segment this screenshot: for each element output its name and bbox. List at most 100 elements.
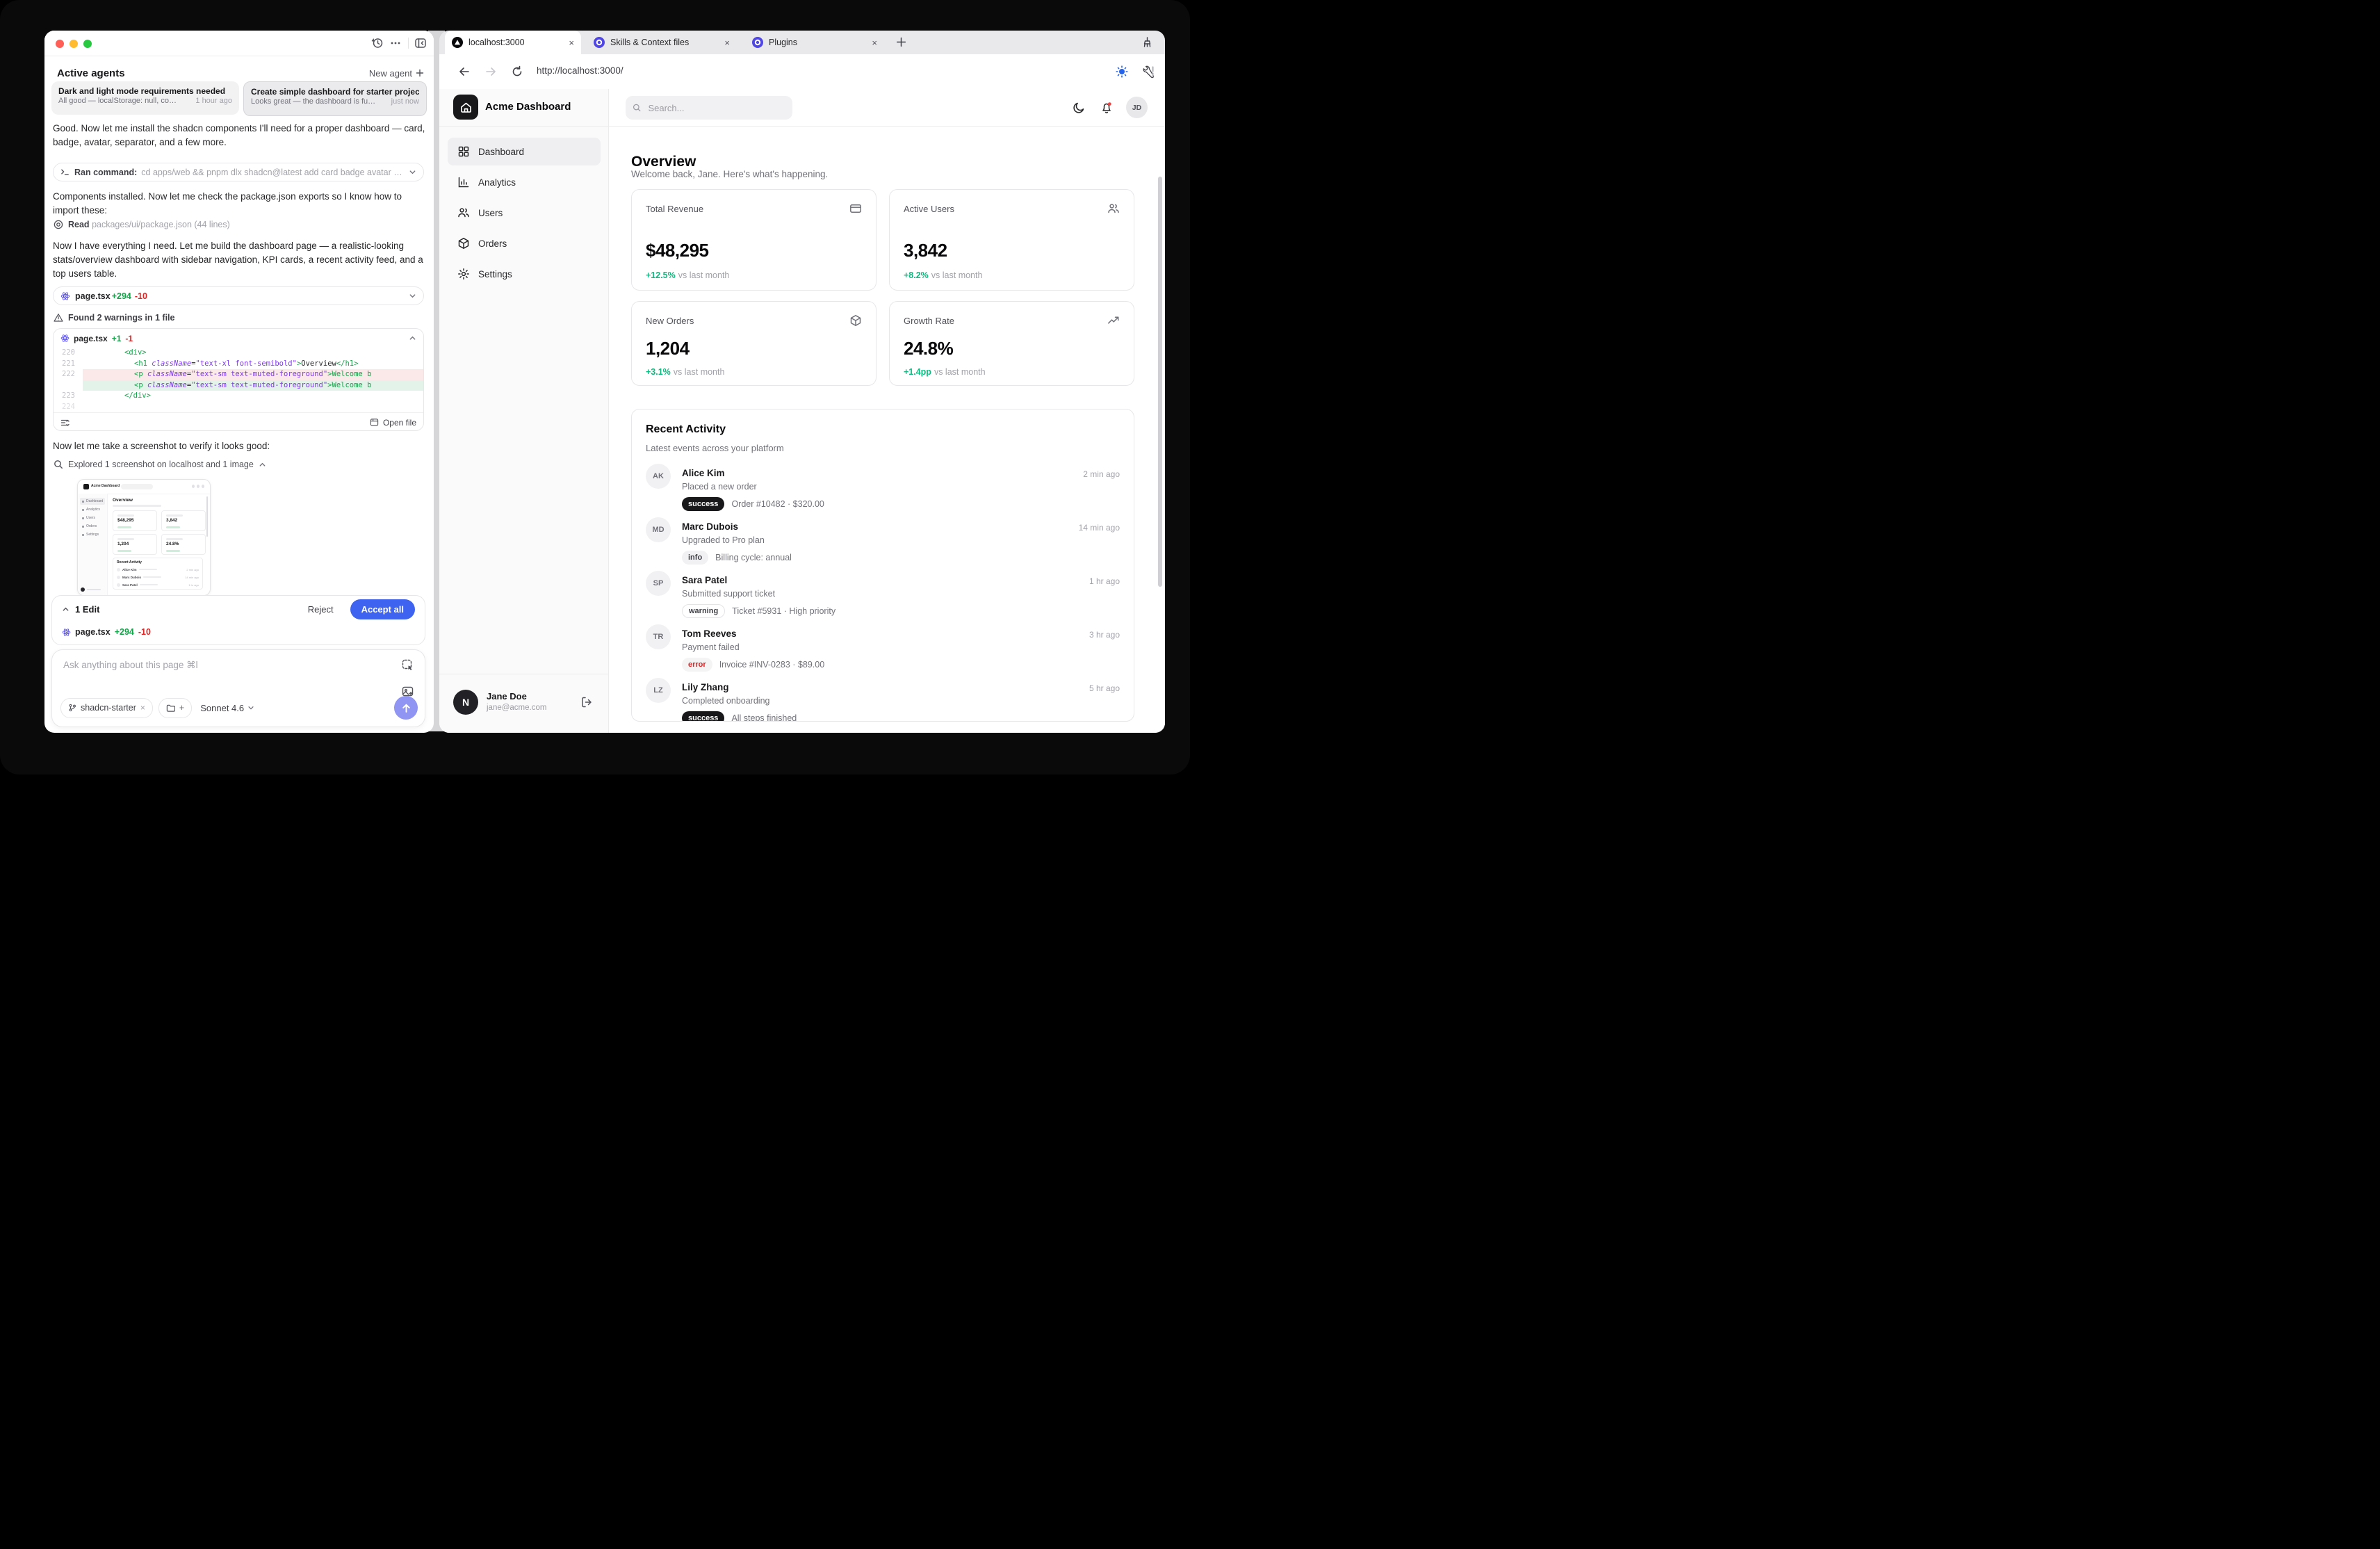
agent-time: just now xyxy=(391,97,419,106)
brand-name: Acme Dashboard xyxy=(485,101,571,113)
sidebar-item-orders[interactable]: Orders xyxy=(448,229,601,257)
zoom-window-button[interactable] xyxy=(83,40,92,48)
new-tab-button[interactable] xyxy=(895,36,907,48)
status-badge: error xyxy=(682,658,712,672)
forward-icon[interactable] xyxy=(484,65,498,79)
folder-icon xyxy=(166,704,175,712)
warning-icon xyxy=(54,314,63,322)
edits-panel: 1 Edit Reject Accept all page.tsx +294 -… xyxy=(51,595,425,645)
collapse-panel-icon[interactable] xyxy=(414,37,427,49)
avatar: LZ xyxy=(646,678,671,703)
dark-mode-icon[interactable] xyxy=(1072,101,1086,115)
reject-button[interactable]: Reject xyxy=(304,603,338,615)
diff-header[interactable]: page.tsx +1 -1 xyxy=(54,329,423,348)
select-element-icon[interactable] xyxy=(401,658,415,672)
sidebar-item-settings[interactable]: Settings xyxy=(448,260,601,288)
activity-time: 1 hr ago xyxy=(1089,576,1120,586)
agent-card-selected[interactable]: Create simple dashboard for starter proj… xyxy=(243,81,427,116)
terminal-icon xyxy=(61,169,69,175)
send-button[interactable] xyxy=(394,696,418,720)
explored-row[interactable]: Explored 1 screenshot on localhost and 1… xyxy=(54,460,266,469)
sidebar-item-analytics[interactable]: Analytics xyxy=(448,168,601,196)
search-box[interactable] xyxy=(626,96,792,120)
edits-file-row[interactable]: page.tsx +294 -10 xyxy=(52,622,425,642)
devtools-icon[interactable] xyxy=(1143,65,1157,79)
activity-desc: Payment failed xyxy=(682,642,740,652)
dashboard-grid-icon xyxy=(458,146,469,157)
kpi-label: New Orders xyxy=(646,316,694,326)
diff-line: 223 </div> xyxy=(54,391,423,402)
thumb-sidebar: Dashboard Analytics Users Orders Setting… xyxy=(78,494,108,595)
kpi-card-total-revenue: Total Revenue $48,295 +12.5% vs last mont… xyxy=(631,189,877,291)
url-field[interactable]: http://localhost:3000/ xyxy=(537,65,623,76)
kpi-delta: +12.5% vs last month xyxy=(646,270,730,280)
search-input[interactable] xyxy=(646,102,785,114)
more-options-icon[interactable] xyxy=(389,37,402,49)
edits-header[interactable]: 1 Edit Reject Accept all xyxy=(52,596,425,622)
read-step-row[interactable]: Read packages/ui/package.json (44 lines) xyxy=(54,220,230,229)
user-email: jane@acme.com xyxy=(487,704,547,712)
activity-title: Recent Activity xyxy=(646,423,726,435)
close-tab-icon[interactable]: × xyxy=(872,38,877,48)
close-tab-icon[interactable]: × xyxy=(724,38,730,48)
expand-lines-icon[interactable] xyxy=(60,418,70,428)
composer-toolbar: shadcn-starter × + Sonnet 4.6 xyxy=(60,696,418,720)
tab-plugins[interactable]: Plugins × xyxy=(745,31,884,54)
remove-branch-icon[interactable]: × xyxy=(140,703,145,713)
diff-card: page.tsx +1 -1 220 <div> 221 <h1 classNa… xyxy=(53,328,424,431)
sidebar-item-dashboard[interactable]: Dashboard xyxy=(448,138,601,165)
reload-icon[interactable] xyxy=(510,65,524,79)
scrollbar-thumb[interactable] xyxy=(1158,177,1162,587)
add-context-chip[interactable]: + xyxy=(158,697,193,718)
agent-title: Create simple dashboard for starter proj… xyxy=(251,87,419,97)
thumb-search xyxy=(121,484,153,489)
activity-meta: warning Ticket #5931 · High priority xyxy=(682,604,836,618)
composer-input[interactable]: Ask anything about this page ⌘l xyxy=(63,660,198,671)
model-selector[interactable]: Sonnet 4.6 xyxy=(200,703,254,713)
file-edit-pill[interactable]: page.tsx +294 -10 xyxy=(53,286,424,305)
agent-card[interactable]: Dark and light mode requirements needed … xyxy=(51,81,239,115)
avatar: TR xyxy=(646,624,671,649)
kpi-label: Active Users xyxy=(904,204,954,214)
browser-toolbar: http://localhost:3000/ xyxy=(439,54,1165,90)
dashboard-scroll: Overview Welcome back, Jane. Here's what… xyxy=(609,126,1165,733)
thumb-user-avatar xyxy=(81,587,85,592)
new-agent-button[interactable]: New agent xyxy=(369,68,424,79)
notifications-icon[interactable] xyxy=(1100,101,1114,115)
package-icon xyxy=(458,238,469,249)
activity-meta: info Billing cycle: annual xyxy=(682,551,792,565)
branch-chip[interactable]: shadcn-starter × xyxy=(60,697,153,718)
localhost-favicon xyxy=(452,37,463,48)
screenshot-thumbnail[interactable]: Acme Dashboard Dashboard Analytics Users… xyxy=(77,479,211,596)
dashboard-header: JD xyxy=(609,89,1165,127)
activity-name: Marc Dubois xyxy=(682,521,739,532)
close-window-button[interactable] xyxy=(56,40,64,48)
close-tab-icon[interactable]: × xyxy=(569,38,574,48)
kpi-value: $48,295 xyxy=(646,240,709,261)
thumb-title: Overview xyxy=(113,498,133,503)
gear-icon xyxy=(458,268,469,279)
read-target-icon xyxy=(54,220,63,229)
logout-icon[interactable] xyxy=(580,696,593,708)
diff-line-faded: 224 xyxy=(54,402,423,413)
explored-text: Explored 1 screenshot on localhost and 1… xyxy=(68,460,254,469)
back-icon[interactable] xyxy=(457,65,471,79)
users-icon xyxy=(458,208,469,218)
plus-icon xyxy=(416,69,424,77)
tab-skills-context[interactable]: Skills & Context files × xyxy=(587,31,737,54)
minimize-window-button[interactable] xyxy=(70,40,78,48)
activity-name: Sara Patel xyxy=(682,575,728,585)
sun-icon[interactable] xyxy=(1115,65,1129,79)
open-file-button[interactable]: Open file xyxy=(370,418,416,428)
line-number: 222 xyxy=(62,370,75,378)
header-avatar[interactable]: JD xyxy=(1126,97,1148,118)
lines-added: +294 xyxy=(111,291,131,301)
broom-icon[interactable] xyxy=(1140,36,1152,49)
accept-all-button[interactable]: Accept all xyxy=(350,599,415,619)
tab-localhost[interactable]: localhost:3000 × xyxy=(445,31,581,54)
status-badge: warning xyxy=(682,604,726,618)
sidebar-item-users[interactable]: Users xyxy=(448,199,601,227)
agent-preview: Looks great — the dashboard is fu… xyxy=(251,97,376,106)
ran-command-row[interactable]: Ran command: cd apps/web && pnpm dlx sha… xyxy=(53,163,424,181)
history-icon[interactable] xyxy=(371,37,384,49)
